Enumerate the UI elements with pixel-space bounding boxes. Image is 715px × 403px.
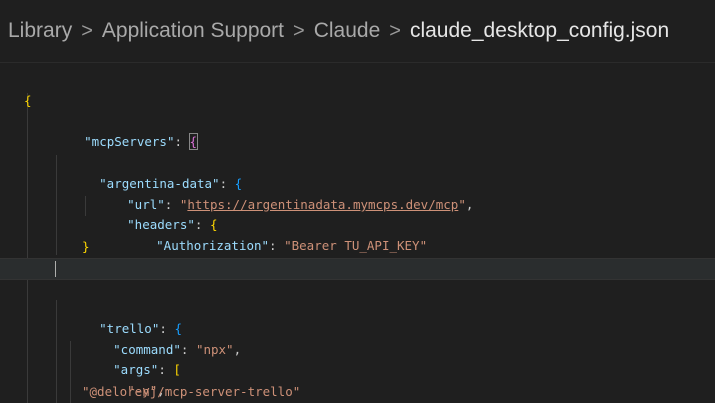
breadcrumb: Library > Application Support > Claude >… <box>0 0 715 62</box>
breadcrumb-item-library[interactable]: Library <box>8 19 72 43</box>
code-line: "trello": { <box>0 279 715 336</box>
code-line: ], <box>0 382 715 402</box>
chevron-right-icon: > <box>81 19 93 42</box>
code-line: "headers": { <box>0 175 715 232</box>
breadcrumb-item-file[interactable]: claude_desktop_config.json <box>410 19 669 43</box>
breadcrumb-item-claude[interactable]: Claude <box>314 19 381 43</box>
code-line: "mcpServers": { <box>0 92 715 150</box>
code-editor[interactable]: { "mcpServers": { "argentina-data": { "u… <box>0 62 715 403</box>
code-line: { <box>0 71 715 108</box>
code-line-active <box>0 258 715 280</box>
chevron-right-icon: > <box>293 19 305 42</box>
code-line: "args": [ <box>0 320 715 377</box>
chevron-right-icon: > <box>389 19 401 42</box>
code-line: } <box>0 217 715 254</box>
code-line: "url": "https://argentinadata.mymcps.dev… <box>0 155 715 212</box>
code-line: "@delorenj/mcp-server-trello" <box>0 362 715 399</box>
code-line: "argentina-data": { <box>0 134 715 191</box>
code-line: "command": "npx", <box>0 300 715 357</box>
code-line: "Authorization": "Bearer TU_API_KEY" <box>0 196 715 253</box>
code-line: }, <box>0 238 715 275</box>
text-cursor <box>55 261 56 277</box>
code-line: "-y", <box>0 341 715 398</box>
breadcrumb-item-application-support[interactable]: Application Support <box>102 19 284 43</box>
